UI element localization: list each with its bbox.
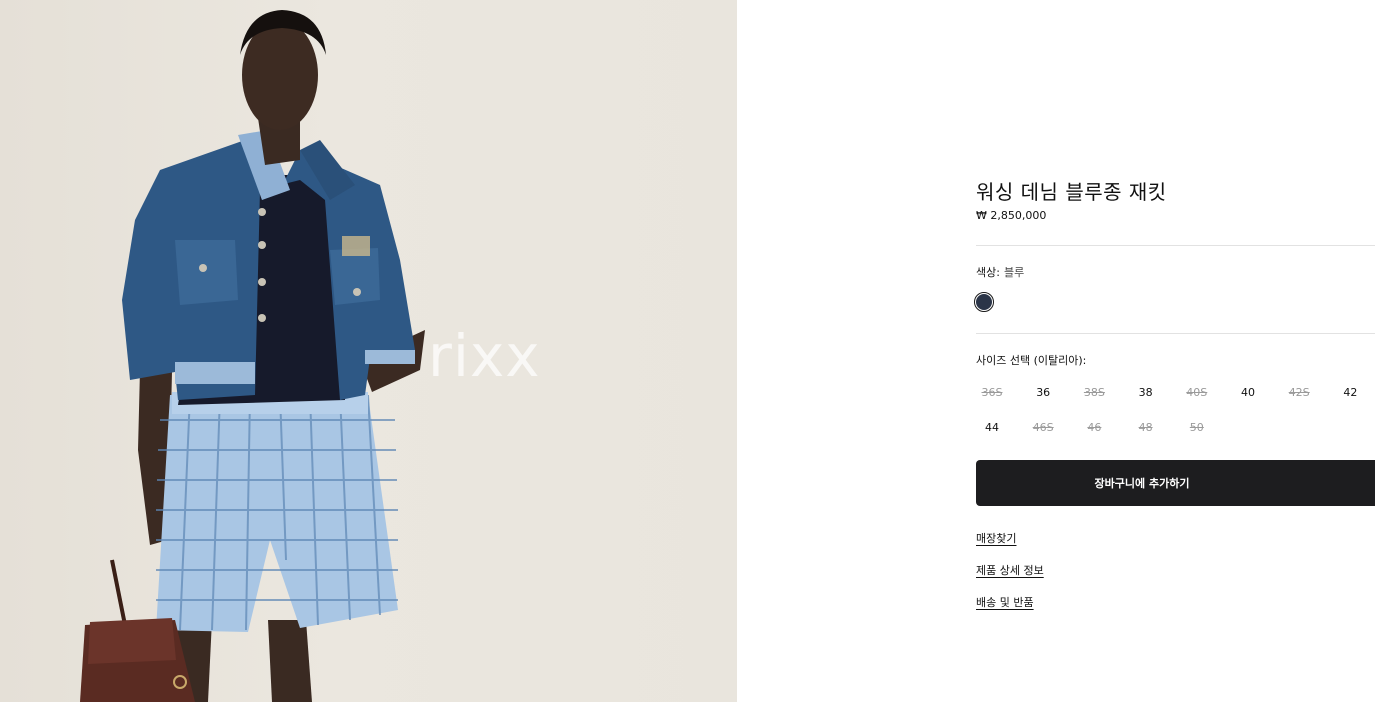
divider: [976, 245, 1375, 246]
product-title: 워싱 데님 블루종 재킷: [976, 180, 1167, 204]
color-swatch-dot: [976, 294, 992, 310]
color-label: 색상:: [976, 266, 1000, 279]
product-page: rixx 워싱 데님 블루종 재킷 ₩ 2,850,000 색상: 블루 사이즈 …: [0, 0, 1375, 702]
add-to-cart-button[interactable]: 장바구니에 추가하기: [976, 460, 1375, 506]
store-finder-link[interactable]: 매장찾기: [976, 530, 1016, 546]
image-watermark: rixx: [428, 322, 541, 390]
product-details-link[interactable]: 제품 상세 정보: [976, 562, 1044, 578]
size-option[interactable]: 36: [1026, 379, 1060, 407]
size-label: 사이즈 선택 (이탈리아):: [976, 354, 1087, 367]
size-option[interactable]: 40S: [1180, 379, 1214, 407]
size-option[interactable]: 46: [1077, 414, 1111, 442]
model-illustration: [80, 10, 425, 702]
size-option[interactable]: 46S: [1026, 414, 1060, 442]
color-value: 블루: [1003, 266, 1025, 279]
size-option[interactable]: 40: [1231, 379, 1265, 407]
size-option[interactable]: 42: [1333, 379, 1367, 407]
product-image: rixx: [0, 0, 737, 702]
divider: [976, 333, 1375, 334]
color-swatch-blue[interactable]: [974, 292, 994, 312]
size-option[interactable]: 38: [1129, 379, 1163, 407]
size-option[interactable]: 48: [1129, 414, 1163, 442]
size-option[interactable]: 42S: [1282, 379, 1316, 407]
product-info-panel: 워싱 데님 블루종 재킷 ₩ 2,850,000 색상: 블루 사이즈 선택 (이…: [974, 0, 1375, 702]
shipping-returns-link[interactable]: 배송 및 반품: [976, 594, 1034, 610]
size-option[interactable]: 44: [975, 414, 1009, 442]
color-selection: 색상: 블루: [976, 264, 1024, 280]
size-option[interactable]: 36S: [975, 379, 1009, 407]
size-option[interactable]: 38S: [1077, 379, 1111, 407]
product-price: ₩ 2,850,000: [976, 209, 1047, 222]
size-option[interactable]: 50: [1180, 414, 1214, 442]
